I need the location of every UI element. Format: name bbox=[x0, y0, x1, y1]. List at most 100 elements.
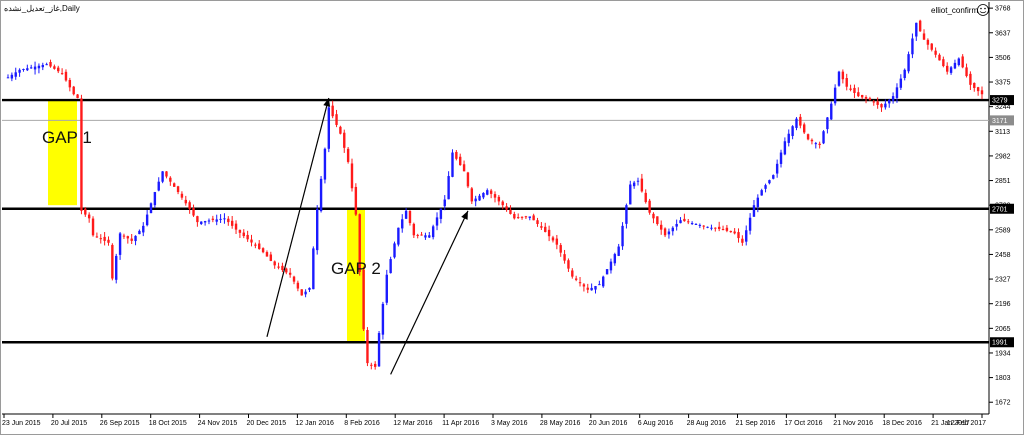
candle-body bbox=[714, 227, 717, 229]
chart-title: غاز_تعديل_نشده,Daily bbox=[4, 4, 80, 13]
candle-body bbox=[269, 254, 273, 261]
candle-body bbox=[567, 260, 570, 269]
candle-body bbox=[288, 272, 292, 275]
candle-body bbox=[737, 232, 740, 239]
candle-body bbox=[849, 88, 852, 90]
candle-body bbox=[810, 139, 814, 142]
candle-body bbox=[149, 203, 153, 214]
candle-body bbox=[439, 208, 443, 219]
candle-body bbox=[362, 269, 365, 330]
candle-body bbox=[377, 333, 381, 367]
candle-body bbox=[942, 59, 945, 67]
candle-body bbox=[145, 214, 149, 226]
candle-body bbox=[180, 193, 184, 198]
candle-body bbox=[973, 82, 976, 88]
candle-body bbox=[95, 236, 99, 238]
candle-body bbox=[122, 235, 126, 237]
candle-body bbox=[764, 185, 767, 189]
candle-body bbox=[632, 182, 636, 187]
x-tick-label: 18 Dec 2016 bbox=[882, 420, 922, 427]
candle-body bbox=[308, 287, 311, 290]
candle-body bbox=[304, 291, 307, 295]
candle-body bbox=[907, 54, 910, 72]
candle-body bbox=[486, 190, 489, 195]
gap-label: GAP 2 bbox=[331, 259, 381, 278]
candle-body bbox=[76, 94, 79, 99]
candle-body bbox=[285, 268, 288, 273]
candle-body bbox=[640, 178, 644, 192]
candle-body bbox=[350, 163, 354, 189]
candle-body bbox=[957, 58, 961, 66]
candle-body bbox=[953, 62, 957, 69]
candle-body bbox=[841, 71, 845, 80]
candle-body bbox=[922, 33, 926, 40]
x-tick-label: 6 Aug 2016 bbox=[638, 420, 674, 427]
candle-body bbox=[474, 198, 477, 202]
candle-body bbox=[138, 230, 141, 235]
candle-body bbox=[590, 287, 593, 291]
candle-body bbox=[768, 180, 771, 184]
candle-body bbox=[37, 65, 41, 69]
gap-label: GAP 1 bbox=[42, 128, 92, 147]
candle-body bbox=[830, 103, 833, 120]
candle-body bbox=[393, 243, 396, 258]
candle-body bbox=[404, 210, 408, 219]
candle-body bbox=[690, 223, 694, 225]
candle-body bbox=[845, 78, 848, 87]
candle-body bbox=[980, 90, 984, 95]
candle-body bbox=[667, 231, 671, 235]
candle-body bbox=[814, 143, 818, 145]
candle-body bbox=[327, 107, 331, 149]
candle-body bbox=[188, 202, 191, 209]
candle-body bbox=[277, 266, 280, 268]
candle-body bbox=[68, 79, 72, 88]
candle-body bbox=[223, 218, 226, 220]
candle-body bbox=[946, 65, 949, 72]
candle-body bbox=[242, 232, 245, 237]
x-tick-label: 12 Mar 2016 bbox=[393, 420, 432, 427]
candle-body bbox=[899, 78, 903, 88]
candle-body bbox=[397, 227, 400, 245]
candle-body bbox=[49, 61, 52, 67]
candle-body bbox=[261, 248, 265, 253]
candle-body bbox=[822, 131, 825, 144]
candle-body bbox=[292, 276, 296, 282]
candle-body bbox=[532, 215, 535, 221]
smiley-icon[interactable] bbox=[977, 4, 989, 16]
candle-body bbox=[926, 39, 930, 45]
x-tick-label: 28 May 2016 bbox=[540, 420, 581, 427]
candle-body bbox=[895, 87, 899, 98]
candle-body bbox=[184, 199, 187, 204]
y-tick-label: 3637 bbox=[995, 30, 1011, 37]
x-tick-label: 23 Jun 2015 bbox=[2, 420, 41, 427]
candle-body bbox=[161, 171, 164, 182]
candle-body bbox=[115, 255, 118, 280]
candle-body bbox=[462, 164, 466, 172]
candle-body bbox=[880, 104, 883, 108]
candle-body bbox=[323, 148, 327, 180]
candle-body bbox=[516, 217, 520, 219]
candle-body bbox=[582, 284, 586, 287]
candle-body bbox=[609, 261, 613, 271]
candle-body bbox=[976, 87, 980, 92]
candle-body bbox=[574, 278, 578, 280]
candle-body bbox=[346, 148, 350, 162]
candle-body bbox=[860, 94, 864, 98]
candle-body bbox=[837, 71, 841, 86]
candle-body bbox=[57, 67, 60, 72]
candle-body bbox=[331, 105, 334, 117]
candle-body bbox=[339, 126, 342, 134]
y-tick-label: 2327 bbox=[995, 277, 1011, 284]
candle-body bbox=[26, 68, 29, 71]
candle-body bbox=[857, 92, 860, 97]
candle-body bbox=[238, 229, 242, 233]
candle-body bbox=[652, 213, 655, 219]
candle-body bbox=[872, 101, 875, 103]
candle-body bbox=[752, 205, 756, 217]
candle-body bbox=[373, 363, 377, 367]
price-box-label: 2701 bbox=[992, 206, 1008, 213]
candle-body bbox=[319, 178, 323, 212]
candle-body bbox=[335, 114, 338, 125]
candle-body bbox=[211, 218, 215, 220]
candle-body bbox=[598, 284, 601, 286]
